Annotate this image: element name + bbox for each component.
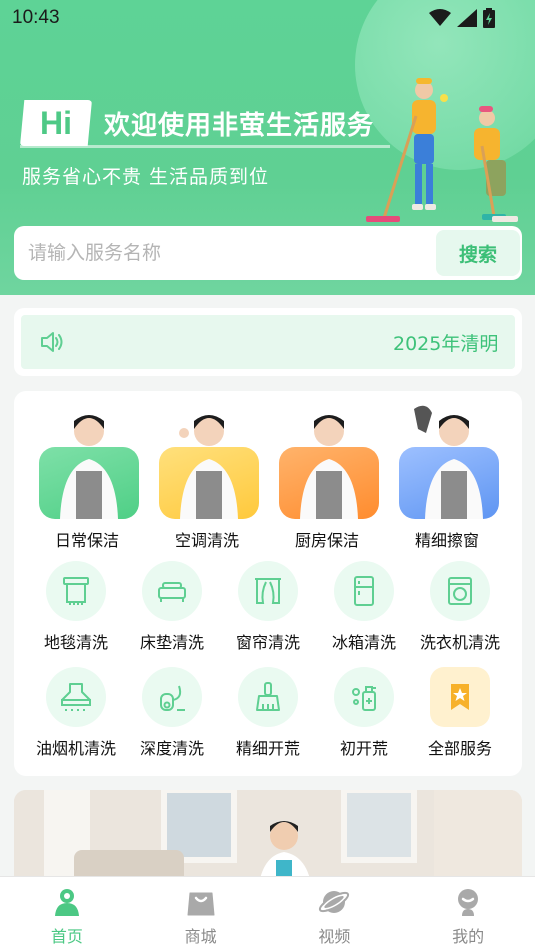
notice-bar[interactable]: 2025年清明 — [14, 308, 522, 376]
promo-banner[interactable] — [14, 790, 522, 890]
cleaner-avatar-icon — [60, 415, 118, 519]
battery-icon — [483, 8, 495, 28]
status-bar: 10:43 — [0, 0, 535, 38]
curtain-icon — [255, 578, 281, 604]
service-deep-cleaning[interactable]: 深度清洗 — [124, 667, 220, 767]
service-curtain-cleaning[interactable]: 窗帘清洗 — [220, 561, 316, 661]
service-label: 洗衣机清洗 — [419, 633, 500, 652]
range-hood-icon — [61, 683, 91, 711]
speaker-icon — [41, 332, 63, 352]
tab-label: 我的 — [452, 927, 485, 946]
profile-icon — [458, 889, 479, 916]
services-panel: 日常保洁 空调清洗 厨房保洁 精细擦窗 地毯清洗 床垫清洗 窗帘清洗 冰箱清洗 … — [14, 391, 522, 776]
planet-icon — [319, 891, 350, 913]
featured-service-ac-cleaning[interactable]: 空调清洗 — [154, 403, 260, 550]
cleaner-avatar-icon — [300, 415, 358, 519]
vacuum-icon — [160, 685, 185, 711]
service-fridge-cleaning[interactable]: 冰箱清洗 — [316, 561, 412, 661]
service-initial-cleaning[interactable]: 初开荒 — [316, 667, 412, 767]
service-washing-machine-cleaning[interactable]: 洗衣机清洗 — [412, 561, 508, 661]
featured-label: 日常保洁 — [54, 531, 119, 550]
shopping-bag-icon — [187, 892, 215, 916]
service-label: 全部服务 — [427, 739, 492, 758]
notice-text: 2025年清明 — [393, 333, 497, 355]
carpet-icon — [63, 577, 89, 605]
service-carpet-cleaning[interactable]: 地毯清洗 — [28, 561, 124, 661]
tab-label: 首页 — [50, 927, 83, 946]
home-person-icon — [54, 889, 79, 916]
service-range-hood-cleaning[interactable]: 油烟机清洗 — [28, 667, 124, 767]
featured-label: 厨房保洁 — [294, 531, 359, 550]
service-all-services[interactable]: 全部服务 — [412, 667, 508, 767]
welcome-title: 欢迎使用非萤生活服务 — [104, 110, 375, 141]
search-input[interactable] — [28, 232, 428, 274]
search-bar: 搜索 — [14, 226, 522, 280]
status-time: 10:43 — [12, 7, 60, 28]
cleaner-avatar-icon — [179, 415, 238, 519]
featured-label: 精细擦窗 — [414, 531, 479, 550]
cleaner-avatar-icon — [414, 405, 483, 519]
featured-service-daily-cleaning[interactable]: 日常保洁 — [34, 403, 140, 550]
washing-machine-icon — [448, 577, 472, 605]
wifi-icon — [429, 9, 451, 26]
welcome-underline — [20, 145, 390, 148]
service-mattress-cleaning[interactable]: 床垫清洗 — [124, 561, 220, 661]
tab-video[interactable]: 视频 — [268, 877, 402, 951]
welcome-subtitle: 服务省心不贵 生活品质到位 — [22, 166, 270, 188]
hi-badge: Hi — [20, 100, 92, 146]
brush-icon — [256, 682, 280, 711]
featured-service-window-cleaning[interactable]: 精细擦窗 — [394, 403, 500, 550]
mattress-icon — [158, 582, 186, 602]
bottom-tab-bar: 首页 商城 视频 我的 — [0, 876, 535, 951]
featured-service-kitchen-cleaning[interactable]: 厨房保洁 — [274, 403, 380, 550]
cleaners-illustration — [366, 78, 518, 222]
tab-mall[interactable]: 商城 — [134, 877, 268, 951]
spray-bottle-icon — [352, 686, 376, 711]
tab-mine[interactable]: 我的 — [401, 877, 535, 951]
banner-image — [14, 790, 522, 890]
search-button[interactable]: 搜索 — [436, 230, 520, 276]
service-fine-cleaning[interactable]: 精细开荒 — [220, 667, 316, 767]
tab-home[interactable]: 首页 — [0, 877, 134, 951]
tab-label: 商城 — [184, 927, 217, 946]
signal-icon — [457, 9, 477, 27]
tab-label: 视频 — [318, 927, 351, 946]
featured-label: 空调清洗 — [174, 531, 239, 550]
fridge-icon — [354, 576, 374, 606]
star-icon — [451, 684, 469, 710]
